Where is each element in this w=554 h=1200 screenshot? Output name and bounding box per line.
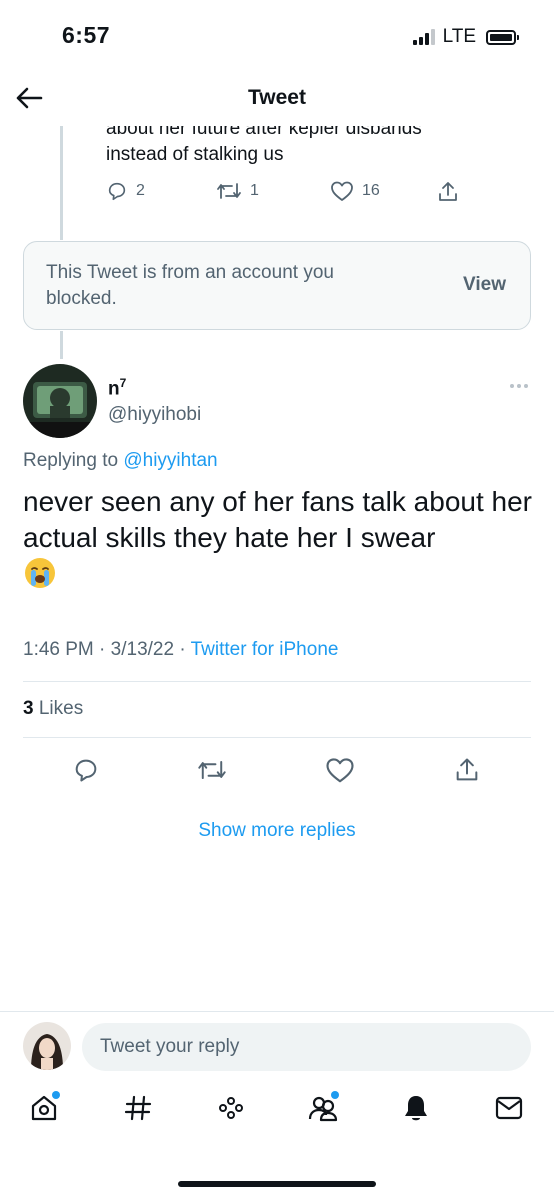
tweet-meta: 1:46 PM · 3/13/22 · Twitter for iPhone <box>23 639 339 660</box>
nav-bar: Tweet <box>0 70 554 126</box>
more-options-icon[interactable] <box>510 384 528 388</box>
battery-icon <box>486 29 519 45</box>
heart-icon <box>326 758 354 783</box>
signal-icon <box>412 29 435 45</box>
thread-line <box>60 331 63 359</box>
show-more-replies-link[interactable]: Show more replies <box>0 820 554 842</box>
previous-tweet-actions: 2 1 16 <box>106 180 466 206</box>
view-button[interactable]: View <box>463 274 506 296</box>
messages-icon <box>495 1096 523 1120</box>
tab-home[interactable] <box>24 1088 64 1128</box>
display-name-text: n <box>108 378 120 400</box>
likes-label: Likes <box>38 698 84 719</box>
thread-line <box>60 126 63 240</box>
notification-dot <box>52 1091 60 1099</box>
explore-icon <box>124 1095 152 1121</box>
tab-communities[interactable] <box>303 1088 343 1128</box>
likes-summary[interactable]: 3 Likes <box>23 698 83 720</box>
network-type: LTE <box>442 26 476 47</box>
tab-bar <box>0 1088 554 1148</box>
tab-notifications[interactable] <box>396 1088 436 1128</box>
tweet-actions <box>0 754 554 786</box>
like-button[interactable]: 16 <box>330 180 380 202</box>
display-name[interactable]: n7 <box>108 376 126 400</box>
display-name-sup: 7 <box>119 376 127 390</box>
reply-button[interactable]: 2 <box>106 180 145 202</box>
tab-explore[interactable] <box>118 1088 158 1128</box>
retweet-count: 1 <box>250 182 259 199</box>
reply-icon <box>108 182 126 201</box>
divider <box>23 737 531 738</box>
retweet-icon <box>198 760 226 780</box>
tweet-time: 1:46 PM <box>23 639 94 660</box>
divider <box>0 1011 554 1012</box>
tweet-text-content: never seen any of her fans talk about he… <box>23 486 532 553</box>
loudly-crying-face-icon <box>25 558 55 588</box>
share-button[interactable] <box>436 180 460 204</box>
replying-to-mention[interactable]: @hiyyihtan <box>123 450 217 471</box>
my-avatar <box>23 1022 71 1070</box>
reply-button[interactable] <box>70 754 102 786</box>
replying-prefix: Replying to <box>23 450 119 471</box>
tweet-source[interactable]: Twitter for iPhone <box>191 639 339 660</box>
replying-to: Replying to @hiyyihtan <box>23 450 218 472</box>
status-indicators: LTE <box>412 26 519 48</box>
notifications-icon <box>405 1096 427 1121</box>
tweet-date: 3/13/22 <box>110 639 175 660</box>
tweet-text: never seen any of her fans talk about he… <box>23 484 533 595</box>
status-bar: 6:57 LTE <box>0 0 554 70</box>
status-time: 6:57 <box>62 22 111 48</box>
tab-messages[interactable] <box>489 1088 529 1128</box>
retweet-button[interactable]: 1 <box>216 180 259 202</box>
reply-input[interactable]: Tweet your reply <box>82 1023 531 1071</box>
like-count: 16 <box>362 182 380 199</box>
like-button[interactable] <box>324 754 356 786</box>
share-icon <box>439 182 457 201</box>
divider <box>23 681 531 682</box>
reply-count: 2 <box>136 182 145 199</box>
heart-icon <box>331 181 353 201</box>
home-indicator <box>178 1181 376 1187</box>
retweet-icon <box>217 183 241 199</box>
avatar[interactable] <box>23 364 97 438</box>
retweet-button[interactable] <box>196 754 228 786</box>
likes-count: 3 <box>23 698 34 719</box>
previous-tweet-text-cut: about her future after kepler disbands <box>106 126 422 138</box>
reply-icon <box>75 759 97 782</box>
spaces-icon <box>219 1097 243 1119</box>
tab-spaces[interactable] <box>211 1088 251 1128</box>
previous-tweet-text-last: instead of stalking us <box>106 144 284 165</box>
user-handle[interactable]: @hiyyihobi <box>108 404 201 426</box>
page-title: Tweet <box>248 86 306 109</box>
blocked-notice-text: This Tweet is from an account you blocke… <box>46 262 334 309</box>
share-button[interactable] <box>451 754 483 786</box>
blocked-tweet-notice: This Tweet is from an account you blocke… <box>23 241 531 330</box>
share-icon <box>456 758 478 781</box>
notification-dot <box>331 1091 339 1099</box>
